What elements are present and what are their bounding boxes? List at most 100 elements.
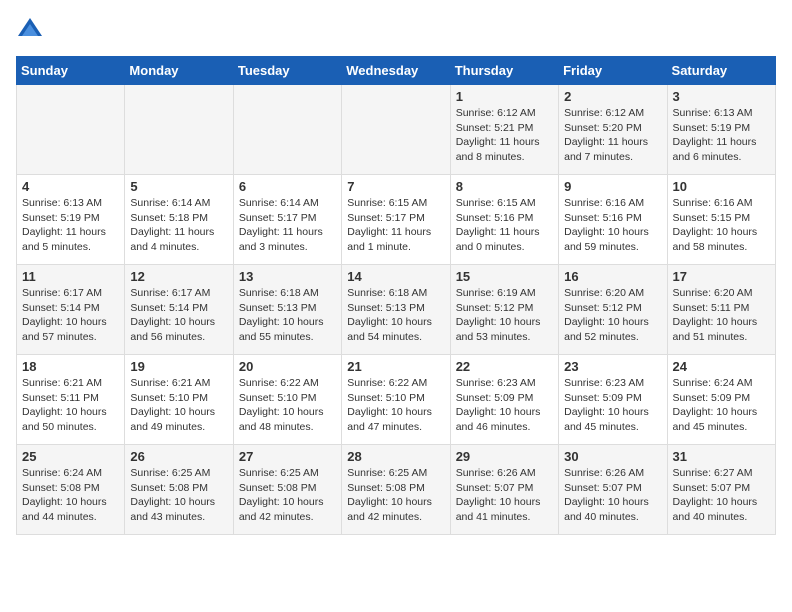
day-info: Sunrise: 6:16 AM Sunset: 5:16 PM Dayligh… [564,196,661,255]
day-number: 3 [673,89,770,104]
calendar-empty-cell [125,85,233,175]
calendar-day-6: 6Sunrise: 6:14 AM Sunset: 5:17 PM Daylig… [233,175,341,265]
day-number: 4 [22,179,119,194]
calendar-day-13: 13 Sunrise: 6:18 AM Sunset: 5:13 PM Dayli… [233,265,341,355]
calendar-day-4: 4 Sunrise: 6:13 AM Sunset: 5:19 PM Daylig… [17,175,125,265]
calendar-day-5: 5 Sunrise: 6:14 AM Sunset: 5:18 PM Daylig… [125,175,233,265]
calendar-week-row: 4 Sunrise: 6:13 AM Sunset: 5:19 PM Daylig… [17,175,776,265]
calendar-day-24: 24Sunrise: 6:24 AM Sunset: 5:09 PM Dayli… [667,355,775,445]
calendar-week-row: 18 Sunrise: 6:21 AM Sunset: 5:11 PM Dayli… [17,355,776,445]
day-number: 18 [22,359,119,374]
calendar-day-23: 23Sunrise: 6:23 AM Sunset: 5:09 PM Dayli… [559,355,667,445]
day-number: 8 [456,179,553,194]
calendar-week-row: 1 Sunrise: 6:12 AM Sunset: 5:21 PM Daylig… [17,85,776,175]
day-info: Sunrise: 6:13 AM Sunset: 5:19 PM Dayligh… [673,106,770,165]
day-info: Sunrise: 6:20 AM Sunset: 5:11 PM Dayligh… [673,286,770,345]
day-number: 22 [456,359,553,374]
calendar-day-27: 27 Sunrise: 6:25 AM Sunset: 5:08 PM Dayli… [233,445,341,535]
calendar-day-22: 22Sunrise: 6:23 AM Sunset: 5:09 PM Dayli… [450,355,558,445]
day-number: 7 [347,179,444,194]
day-number: 20 [239,359,336,374]
day-number: 1 [456,89,553,104]
day-number: 5 [130,179,227,194]
day-info: Sunrise: 6:26 AM Sunset: 5:07 PM Dayligh… [564,466,661,525]
calendar-day-17: 17 Sunrise: 6:20 AM Sunset: 5:11 PM Dayli… [667,265,775,355]
calendar-day-26: 26 Sunrise: 6:25 AM Sunset: 5:08 PM Dayli… [125,445,233,535]
page-header [16,16,776,44]
weekday-header-saturday: Saturday [667,57,775,85]
weekday-header-monday: Monday [125,57,233,85]
calendar-day-19: 19 Sunrise: 6:21 AM Sunset: 5:10 PM Dayli… [125,355,233,445]
day-number: 17 [673,269,770,284]
day-number: 24 [673,359,770,374]
day-number: 6 [239,179,336,194]
weekday-header-row: SundayMondayTuesdayWednesdayThursdayFrid… [17,57,776,85]
weekday-header-thursday: Thursday [450,57,558,85]
calendar-day-28: 28 Sunrise: 6:25 AM Sunset: 5:08 PM Dayli… [342,445,450,535]
day-info: Sunrise: 6:18 AM Sunset: 5:13 PM Dayligh… [239,286,336,345]
calendar-day-18: 18 Sunrise: 6:21 AM Sunset: 5:11 PM Dayli… [17,355,125,445]
calendar-day-16: 16 Sunrise: 6:20 AM Sunset: 5:12 PM Dayli… [559,265,667,355]
day-number: 13 [239,269,336,284]
calendar-day-15: 15 Sunrise: 6:19 AM Sunset: 5:12 PM Dayli… [450,265,558,355]
day-info: Sunrise: 6:17 AM Sunset: 5:14 PM Dayligh… [22,286,119,345]
day-number: 15 [456,269,553,284]
day-info: Sunrise: 6:13 AM Sunset: 5:19 PM Dayligh… [22,196,119,255]
logo [16,16,48,44]
calendar-day-2: 2Sunrise: 6:12 AM Sunset: 5:20 PM Daylig… [559,85,667,175]
day-number: 25 [22,449,119,464]
day-info: Sunrise: 6:12 AM Sunset: 5:21 PM Dayligh… [456,106,553,165]
day-number: 19 [130,359,227,374]
calendar-table: SundayMondayTuesdayWednesdayThursdayFrid… [16,56,776,535]
day-number: 31 [673,449,770,464]
calendar-day-12: 12Sunrise: 6:17 AM Sunset: 5:14 PM Dayli… [125,265,233,355]
calendar-day-11: 11 Sunrise: 6:17 AM Sunset: 5:14 PM Dayli… [17,265,125,355]
calendar-day-25: 25 Sunrise: 6:24 AM Sunset: 5:08 PM Dayli… [17,445,125,535]
calendar-day-8: 8 Sunrise: 6:15 AM Sunset: 5:16 PM Daylig… [450,175,558,265]
day-number: 29 [456,449,553,464]
day-info: Sunrise: 6:26 AM Sunset: 5:07 PM Dayligh… [456,466,553,525]
day-number: 14 [347,269,444,284]
calendar-day-21: 21 Sunrise: 6:22 AM Sunset: 5:10 PM Dayli… [342,355,450,445]
day-info: Sunrise: 6:15 AM Sunset: 5:16 PM Dayligh… [456,196,553,255]
day-number: 16 [564,269,661,284]
day-info: Sunrise: 6:27 AM Sunset: 5:07 PM Dayligh… [673,466,770,525]
calendar-day-20: 20 Sunrise: 6:22 AM Sunset: 5:10 PM Dayli… [233,355,341,445]
weekday-header-sunday: Sunday [17,57,125,85]
calendar-week-row: 11 Sunrise: 6:17 AM Sunset: 5:14 PM Dayli… [17,265,776,355]
day-number: 30 [564,449,661,464]
day-info: Sunrise: 6:25 AM Sunset: 5:08 PM Dayligh… [239,466,336,525]
day-info: Sunrise: 6:22 AM Sunset: 5:10 PM Dayligh… [347,376,444,435]
day-info: Sunrise: 6:24 AM Sunset: 5:08 PM Dayligh… [22,466,119,525]
calendar-day-31: 31 Sunrise: 6:27 AM Sunset: 5:07 PM Dayli… [667,445,775,535]
calendar-day-9: 9Sunrise: 6:16 AM Sunset: 5:16 PM Daylig… [559,175,667,265]
day-number: 10 [673,179,770,194]
day-number: 26 [130,449,227,464]
calendar-empty-cell [233,85,341,175]
day-info: Sunrise: 6:25 AM Sunset: 5:08 PM Dayligh… [130,466,227,525]
calendar-empty-cell [342,85,450,175]
weekday-header-tuesday: Tuesday [233,57,341,85]
calendar-day-3: 3 Sunrise: 6:13 AM Sunset: 5:19 PM Daylig… [667,85,775,175]
calendar-day-7: 7Sunrise: 6:15 AM Sunset: 5:17 PM Daylig… [342,175,450,265]
day-info: Sunrise: 6:19 AM Sunset: 5:12 PM Dayligh… [456,286,553,345]
day-number: 27 [239,449,336,464]
day-number: 11 [22,269,119,284]
weekday-header-wednesday: Wednesday [342,57,450,85]
day-number: 21 [347,359,444,374]
calendar-week-row: 25 Sunrise: 6:24 AM Sunset: 5:08 PM Dayli… [17,445,776,535]
day-info: Sunrise: 6:20 AM Sunset: 5:12 PM Dayligh… [564,286,661,345]
day-info: Sunrise: 6:14 AM Sunset: 5:18 PM Dayligh… [130,196,227,255]
day-info: Sunrise: 6:25 AM Sunset: 5:08 PM Dayligh… [347,466,444,525]
weekday-header-friday: Friday [559,57,667,85]
day-number: 12 [130,269,227,284]
day-number: 28 [347,449,444,464]
day-info: Sunrise: 6:21 AM Sunset: 5:11 PM Dayligh… [22,376,119,435]
calendar-day-14: 14Sunrise: 6:18 AM Sunset: 5:13 PM Dayli… [342,265,450,355]
calendar-day-29: 29 Sunrise: 6:26 AM Sunset: 5:07 PM Dayli… [450,445,558,535]
day-info: Sunrise: 6:21 AM Sunset: 5:10 PM Dayligh… [130,376,227,435]
day-info: Sunrise: 6:16 AM Sunset: 5:15 PM Dayligh… [673,196,770,255]
calendar-day-1: 1 Sunrise: 6:12 AM Sunset: 5:21 PM Daylig… [450,85,558,175]
day-info: Sunrise: 6:12 AM Sunset: 5:20 PM Dayligh… [564,106,661,165]
day-info: Sunrise: 6:22 AM Sunset: 5:10 PM Dayligh… [239,376,336,435]
